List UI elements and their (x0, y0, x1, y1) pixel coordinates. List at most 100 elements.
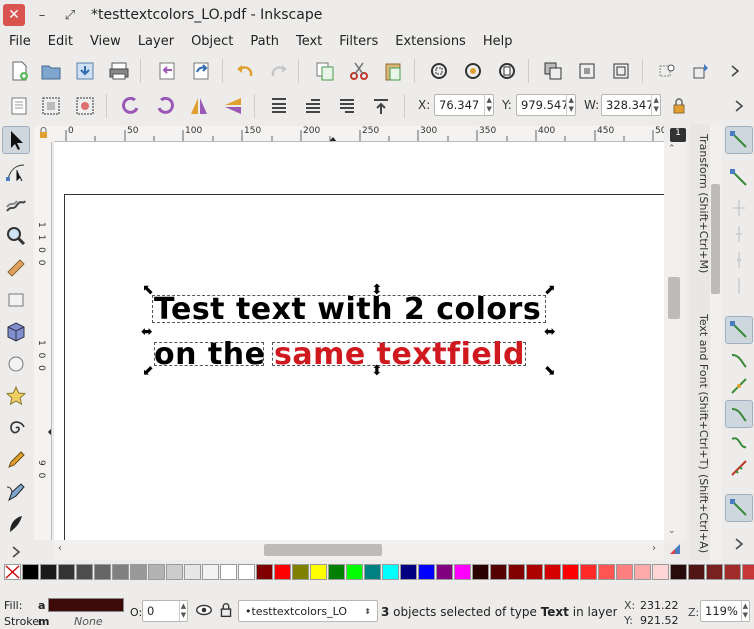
new-document-icon[interactable] (6, 58, 32, 84)
menu-filters[interactable]: Filters (330, 34, 386, 49)
stroke-none-value[interactable]: None (74, 615, 103, 628)
menu-path[interactable]: Path (241, 34, 287, 49)
palette-swatch[interactable] (724, 564, 741, 580)
menu-file[interactable]: File (0, 34, 39, 49)
scale-handle-se[interactable]: ⬊ (544, 364, 556, 378)
import-icon[interactable] (154, 58, 180, 84)
palette-swatch[interactable] (328, 564, 345, 580)
selector-tool-icon[interactable] (2, 126, 30, 154)
maximize-window-button[interactable]: ⤢ (59, 4, 81, 26)
zoom-input[interactable] (701, 601, 741, 621)
palette-swatch[interactable] (274, 564, 291, 580)
undo-icon[interactable] (232, 58, 258, 84)
export-icon[interactable] (188, 58, 214, 84)
duplicate-icon[interactable] (540, 58, 566, 84)
raise-to-top-icon[interactable] (266, 93, 292, 119)
horizontal-scrollbar[interactable]: ‹ › (54, 540, 664, 560)
star-tool-icon[interactable] (2, 382, 30, 410)
cut-icon[interactable] (346, 58, 372, 84)
zoom-selection-icon[interactable] (426, 58, 452, 84)
opacity-input[interactable] (143, 601, 179, 621)
text-line-2-red[interactable]: same textfield (274, 337, 525, 372)
no-paint-swatch[interactable] (4, 564, 21, 580)
spiral-tool-icon[interactable] (2, 414, 30, 442)
unlink-clone-icon[interactable] (608, 58, 634, 84)
palette-swatch[interactable] (130, 564, 147, 580)
palette-swatch[interactable] (184, 564, 201, 580)
palette-swatch[interactable] (202, 564, 219, 580)
vertical-scrollbar[interactable]: ⌃ ⌄ (664, 142, 686, 540)
palette-swatch[interactable] (256, 564, 273, 580)
y-spinner-arrows[interactable]: ▲ ▼ (566, 95, 575, 115)
scale-handle-nw[interactable]: ⬉ (142, 283, 154, 297)
dock-tab-transform[interactable]: Transform (Shift+Ctrl+M) (697, 134, 710, 304)
palette-swatch[interactable] (706, 564, 723, 580)
zoom-drawing-icon[interactable] (460, 58, 486, 84)
opacity-field[interactable]: ▲▼ (142, 600, 188, 622)
color-manage-icon[interactable] (668, 542, 682, 556)
snap-smooth-nodes-icon[interactable] (725, 428, 753, 456)
zoom-spinner-arrows[interactable]: ▲ ▼ (740, 601, 749, 621)
palette-swatch[interactable] (400, 564, 417, 580)
ungroup-icon[interactable] (688, 58, 714, 84)
horizontal-ruler[interactable]: 0 50 100 150 200 250 300 350 400 450 500 (54, 126, 664, 142)
palette-swatch[interactable] (22, 564, 39, 580)
text-line-2-black[interactable]: on the (154, 337, 265, 372)
palette-swatch[interactable] (742, 564, 754, 580)
palette-swatch[interactable] (580, 564, 597, 580)
scale-handle-w[interactable]: ⬌ (141, 325, 153, 339)
snap-bbox-midpoints-icon[interactable] (725, 246, 753, 274)
menu-edit[interactable]: Edit (39, 34, 81, 49)
palette-swatch[interactable] (634, 564, 651, 580)
snap-bbox-corners-icon[interactable] (725, 220, 753, 248)
palette-swatch[interactable] (418, 564, 435, 580)
scale-handle-ne[interactable]: ⬈ (544, 283, 556, 297)
copy-icon[interactable] (312, 58, 338, 84)
palette-swatch[interactable] (382, 564, 399, 580)
snap-toggle-icon[interactable] (725, 126, 753, 154)
drawing-canvas[interactable]: Test text with 2 colors on the same text… (54, 142, 664, 540)
palette-swatch[interactable] (94, 564, 111, 580)
width-field[interactable]: ▲▼ (601, 94, 661, 116)
palette-swatch[interactable] (364, 564, 381, 580)
print-icon[interactable] (106, 58, 132, 84)
scale-handle-n[interactable]: ⬍ (371, 283, 383, 297)
y-position-field[interactable]: ▲▼ (516, 94, 576, 116)
more-snap-icon[interactable] (725, 530, 753, 558)
tweak-tool-icon[interactable] (2, 190, 30, 218)
pen-tool-icon[interactable] (2, 478, 30, 506)
more-commands-icon[interactable] (722, 58, 748, 84)
palette-swatch[interactable] (544, 564, 561, 580)
menu-layer[interactable]: Layer (129, 34, 182, 49)
snap-cusp-nodes-icon[interactable] (725, 400, 753, 428)
palette-swatch[interactable] (526, 564, 543, 580)
palette-swatch[interactable] (670, 564, 687, 580)
palette-swatch[interactable] (598, 564, 615, 580)
fill-color-swatch[interactable] (48, 598, 124, 612)
snap-bbox-icon[interactable] (725, 164, 753, 192)
select-all-layers-icon[interactable] (38, 93, 64, 119)
toggle-visibility-icon[interactable] (194, 600, 214, 620)
close-window-button[interactable]: ✕ (3, 4, 25, 26)
palette-swatch[interactable] (310, 564, 327, 580)
lock-icon[interactable] (666, 93, 692, 119)
zoom-field[interactable]: ▲▼ (700, 600, 750, 622)
menu-text[interactable]: Text (287, 34, 330, 49)
palette-swatch[interactable] (112, 564, 129, 580)
lower-icon[interactable] (334, 93, 360, 119)
text-line-1[interactable]: Test text with 2 colors (154, 292, 541, 327)
zoom-page-icon[interactable] (494, 58, 520, 84)
calligraphy-tool-icon[interactable] (2, 510, 30, 538)
menu-view[interactable]: View (81, 34, 129, 49)
scale-handle-e[interactable]: ⬌ (544, 325, 556, 339)
palette-swatch[interactable] (292, 564, 309, 580)
palette-swatch[interactable] (616, 564, 633, 580)
snap-paths-icon[interactable] (725, 346, 753, 374)
flip-vertical-icon[interactable] (220, 93, 246, 119)
scale-handle-sw[interactable]: ⬋ (142, 364, 154, 378)
open-folder-icon[interactable] (38, 58, 64, 84)
y-position-input[interactable] (517, 95, 567, 115)
w-spinner-arrows[interactable]: ▲ ▼ (651, 95, 660, 115)
more-controls-icon[interactable] (726, 93, 752, 119)
opacity-spinner-arrows[interactable]: ▲ ▼ (178, 601, 187, 621)
